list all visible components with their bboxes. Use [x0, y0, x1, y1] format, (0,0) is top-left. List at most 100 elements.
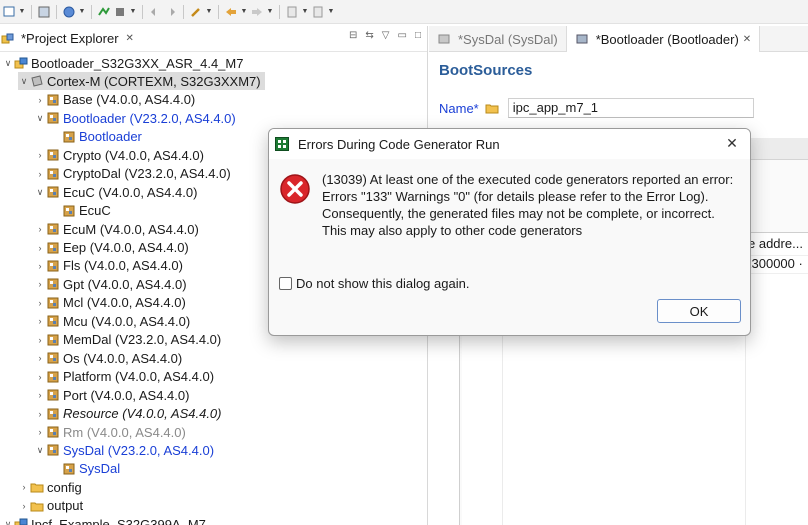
tree-item[interactable]: ∨ Cortex-M (CORTEXM, S32G3XXM7) — [18, 72, 265, 91]
chevron-right-icon[interactable]: › — [34, 427, 46, 437]
maximize-icon[interactable]: □ — [415, 30, 421, 41]
tree-item-label: CryptoDal (V23.2.0, AS4.4.0) — [63, 166, 231, 182]
dialog-body: (13039) At least one of the executed cod… — [269, 159, 750, 335]
close-icon[interactable]: ✕ — [724, 135, 740, 152]
table-cell-address[interactable]: x300000 · — [745, 255, 808, 273]
chevron-down-icon[interactable]: ▼ — [327, 8, 335, 15]
forward-icon[interactable] — [250, 5, 264, 19]
nav-icon[interactable] — [285, 5, 299, 19]
save-icon[interactable] — [37, 5, 51, 19]
tree-item[interactable]: EcuC — [50, 202, 111, 220]
chevron-right-icon[interactable]: › — [18, 482, 30, 492]
minimize-icon[interactable]: ▭ — [398, 30, 407, 41]
tree-item[interactable]: ∨ SysDal (V23.2.0, AS4.4.0) — [34, 441, 214, 459]
toolbar-separator — [183, 4, 184, 19]
chevron-down-icon[interactable]: ∨ — [2, 58, 14, 69]
tree-item[interactable]: ∨ Bootloader (V23.2.0, AS4.4.0) — [34, 109, 236, 127]
new-icon[interactable] — [2, 5, 16, 19]
chevron-right-icon[interactable]: › — [34, 224, 46, 234]
module-icon — [46, 314, 60, 328]
tree-item[interactable]: › CryptoDal (V23.2.0, AS4.4.0) — [34, 165, 231, 183]
chevron-right-icon[interactable]: › — [34, 335, 46, 345]
tree-item[interactable]: › Mcu (V4.0.0, AS4.4.0) — [34, 312, 191, 330]
close-icon[interactable]: ✕ — [743, 34, 751, 45]
module-icon — [46, 259, 60, 273]
chevron-right-icon[interactable]: › — [34, 150, 46, 160]
build-icon[interactable] — [113, 5, 127, 19]
tree-item[interactable]: › Base (V4.0.0, AS4.4.0) — [34, 91, 196, 109]
tree-item-label: Port (V4.0.0, AS4.4.0) — [63, 387, 190, 403]
project-icon — [14, 56, 28, 70]
chevron-down-icon[interactable]: ▼ — [205, 8, 213, 15]
redo-icon[interactable] — [164, 5, 178, 19]
module-icon — [46, 388, 60, 402]
chevron-down-icon[interactable]: ▼ — [240, 8, 248, 15]
name-field[interactable]: ipc_app_m7_1 — [507, 98, 754, 118]
project-explorer-tab[interactable]: *Project Explorer ✕ — [0, 26, 134, 52]
chevron-down-icon[interactable]: ∨ — [34, 187, 46, 198]
tree-item[interactable]: › MemDal (V23.2.0, AS4.4.0) — [34, 331, 222, 349]
tree-item[interactable]: › Gpt (V4.0.0, AS4.4.0) — [34, 275, 187, 293]
folder-icon — [30, 499, 44, 513]
chevron-right-icon[interactable]: › — [34, 372, 46, 382]
tree-item[interactable]: Bootloader — [50, 128, 142, 146]
tree-item-label: Cortex-M (CORTEXM, S32G3XXM7) — [47, 73, 261, 89]
chevron-right-icon[interactable]: › — [34, 169, 46, 179]
tree-item-label: Gpt (V4.0.0, AS4.4.0) — [63, 276, 187, 292]
dont-show-again-option[interactable]: Do not show this dialog again. — [279, 276, 469, 291]
chevron-down-icon[interactable]: ▼ — [266, 8, 274, 15]
chevron-right-icon[interactable]: › — [34, 353, 46, 363]
tree-item[interactable]: ∨ EcuC (V4.0.0, AS4.4.0) — [34, 183, 198, 201]
chevron-right-icon[interactable]: › — [34, 316, 46, 326]
tree-item[interactable]: › Rm (V4.0.0, AS4.4.0) — [34, 423, 186, 441]
tree-item[interactable]: › Resource (V4.0.0, AS4.4.0) — [34, 405, 222, 423]
chevron-down-icon[interactable]: ∨ — [34, 445, 46, 456]
run-icon[interactable] — [97, 5, 111, 19]
tree-item[interactable]: › Mcl (V4.0.0, AS4.4.0) — [34, 294, 186, 312]
chevron-right-icon[interactable]: › — [34, 243, 46, 253]
globe-icon[interactable] — [62, 5, 76, 19]
tree-item[interactable]: › config — [18, 478, 82, 496]
pin-icon[interactable] — [311, 5, 325, 19]
chevron-right-icon[interactable]: › — [18, 501, 30, 511]
tab-bootloader[interactable]: *Bootloader (Bootloader) ✕ — [565, 26, 761, 52]
module-icon — [46, 222, 60, 236]
tree-item[interactable]: › Crypto (V4.0.0, AS4.4.0) — [34, 146, 204, 164]
tools-icon[interactable] — [189, 5, 203, 19]
tree-item[interactable]: › Port (V4.0.0, AS4.4.0) — [34, 386, 190, 404]
error-dialog: Errors During Code Generator Run ✕ (1303… — [268, 128, 751, 336]
module-icon — [62, 204, 76, 218]
chevron-down-icon[interactable]: ▼ — [301, 8, 309, 15]
dont-show-again-checkbox[interactable] — [279, 277, 292, 290]
tree-item[interactable]: ∨ Bootloader_S32G3XX_ASR_4.4_M7 — [2, 54, 244, 72]
collapse-all-icon[interactable]: ⊟ — [349, 30, 357, 41]
chevron-right-icon[interactable]: › — [34, 95, 46, 105]
tree-item[interactable]: SysDal — [50, 460, 120, 478]
chevron-right-icon[interactable]: › — [34, 279, 46, 289]
chevron-down-icon[interactable]: ∨ — [2, 519, 14, 525]
link-editor-icon[interactable]: ⇆ — [365, 30, 373, 41]
chevron-right-icon[interactable]: › — [34, 390, 46, 400]
tree-item[interactable]: › output — [18, 497, 84, 515]
chevron-down-icon[interactable]: ▼ — [129, 8, 137, 15]
undo-icon[interactable] — [148, 5, 162, 19]
close-icon[interactable]: ✕ — [126, 33, 134, 44]
tree-item[interactable]: › Eep (V4.0.0, AS4.4.0) — [34, 239, 189, 257]
chevron-right-icon[interactable]: › — [34, 261, 46, 271]
chevron-down-icon[interactable]: ▼ — [18, 8, 26, 15]
chevron-down-icon[interactable]: ∨ — [18, 76, 30, 87]
tree-item[interactable]: › Platform (V4.0.0, AS4.4.0) — [34, 368, 215, 386]
ok-button[interactable]: OK — [657, 299, 741, 323]
chevron-down-icon[interactable]: ▼ — [78, 8, 86, 15]
tree-item[interactable]: › Os (V4.0.0, AS4.4.0) — [34, 349, 183, 367]
tree-item[interactable]: ∨ Ipcf_Example_S32G399A_M7 — [2, 515, 206, 525]
tab-sysdal[interactable]: *SysDal (SysDal) — [429, 26, 566, 52]
view-menu-icon[interactable]: ▽ — [382, 30, 390, 41]
tree-item[interactable]: › Fls (V4.0.0, AS4.4.0) — [34, 257, 183, 275]
chevron-down-icon[interactable]: ∨ — [34, 113, 46, 124]
back-icon[interactable] — [224, 5, 238, 19]
column-header-address[interactable]: e addre... — [745, 233, 808, 255]
tree-item[interactable]: › EcuM (V4.0.0, AS4.4.0) — [34, 220, 199, 238]
chevron-right-icon[interactable]: › — [34, 298, 46, 308]
chevron-right-icon[interactable]: › — [34, 409, 46, 419]
